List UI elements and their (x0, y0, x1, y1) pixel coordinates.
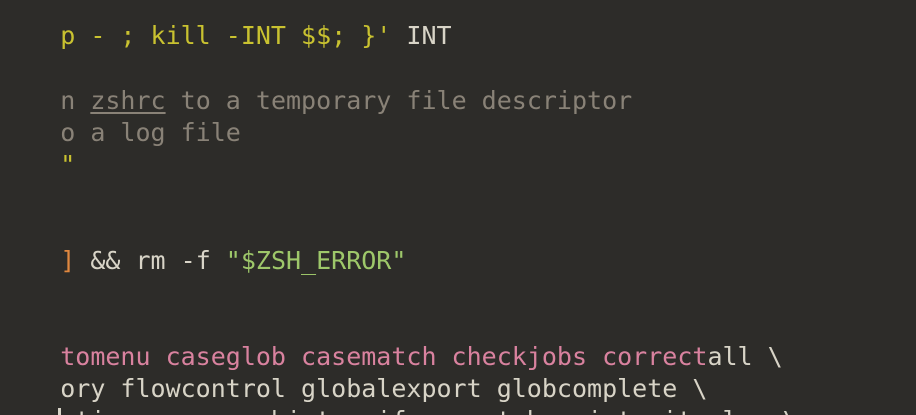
comment-line-2: o a log file (0, 85, 241, 147)
code-text: all \ (707, 342, 783, 371)
code-line-quote: " (0, 117, 75, 179)
next-line-glyph-fragment (58, 408, 61, 415)
code-line-setopt-1: tomenu caseglob casematch checkjobs corr… (0, 309, 782, 371)
code-line-setopt-3: stignorespace histverify nomatch printex… (0, 373, 798, 415)
code-text: p - ; kill -INT $$; }' (60, 21, 392, 50)
code-text: stignorespace histverify nomatch printex… (60, 406, 798, 415)
code-text: && rm -f (75, 246, 226, 275)
bracket-token: ] (60, 246, 76, 275)
code-line-rm: ] && rm -f "$ZSH_ERROR" (0, 213, 406, 275)
code-line-1: p - ; kill -INT $$; }' INT (0, 0, 451, 50)
string-token: "$ZSH_ERROR" (225, 246, 407, 275)
code-line-setopt-2: ory flowcontrol globalexport globcomplet… (0, 341, 707, 403)
code-text: INT (391, 21, 452, 50)
comment-text: o a log file (60, 118, 241, 147)
comment-line-1: n zshrc to a temporary file descriptor (0, 53, 632, 115)
code-text: " (60, 150, 76, 179)
code-editor[interactable]: p - ; kill -INT $$; }' INT n zshrc to a … (0, 0, 916, 415)
